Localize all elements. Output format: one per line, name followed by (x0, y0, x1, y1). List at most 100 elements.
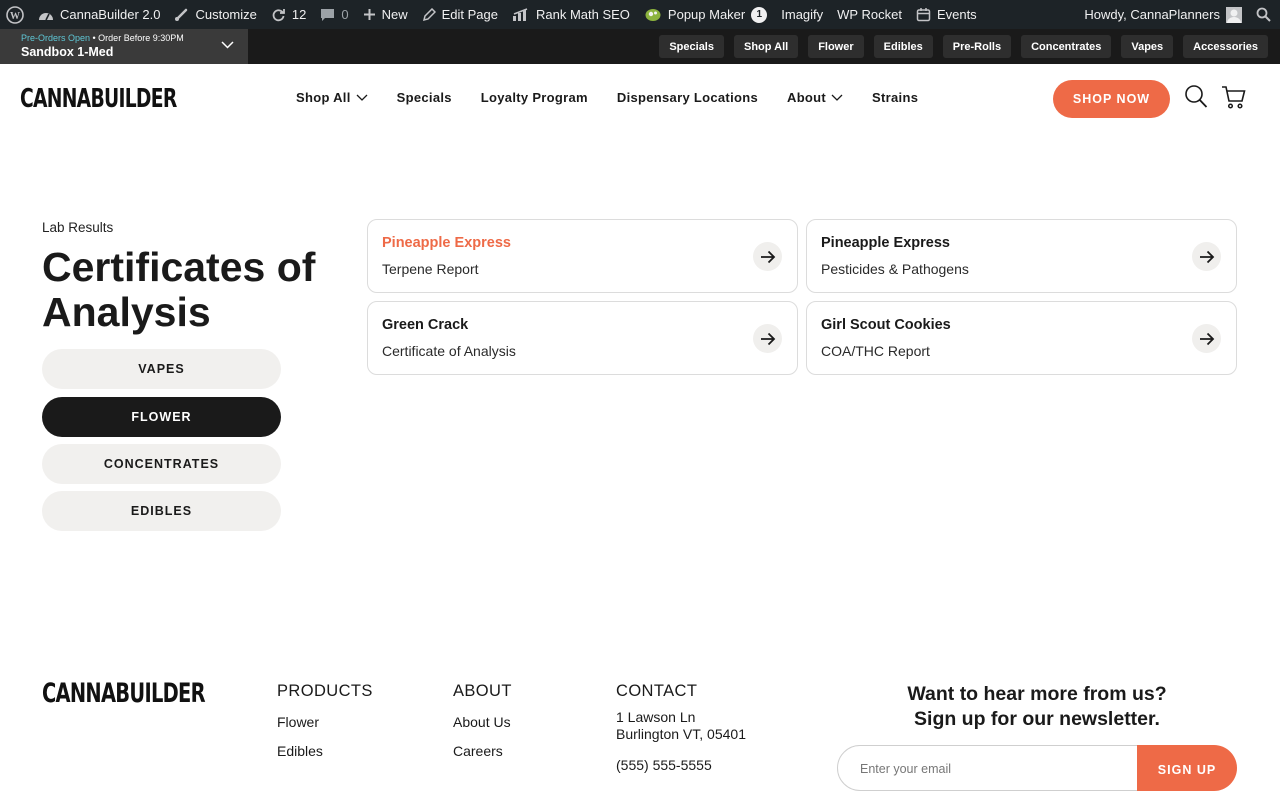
card-subtitle: Terpene Report (382, 261, 479, 277)
arrow-right-icon[interactable] (753, 324, 782, 353)
arrow-right-icon[interactable] (753, 242, 782, 271)
customize-label: Customize (195, 7, 257, 22)
search-icon[interactable] (1184, 84, 1208, 110)
updates-count: 12 (291, 7, 307, 22)
new-content-link[interactable]: New (356, 0, 415, 29)
sign-up-button[interactable]: SIGN UP (1137, 745, 1237, 791)
footer-link-edibles[interactable]: Edibles (277, 743, 323, 759)
chip-concentrates[interactable]: Concentrates (1021, 35, 1112, 58)
store-name: Sandbox 1-Med (21, 45, 114, 59)
card-subtitle: COA/THC Report (821, 343, 930, 359)
avatar (1226, 6, 1242, 23)
chip-pre-rolls[interactable]: Pre-Rolls (942, 35, 1012, 58)
filter-flower[interactable]: FLOWER (42, 397, 281, 437)
customize-link[interactable]: Customize (167, 0, 263, 29)
email-input[interactable]: Enter your email (837, 745, 1157, 791)
footer-logo[interactable]: CANNABUILDER (42, 678, 206, 709)
chevron-down-icon (831, 94, 843, 101)
nav-about[interactable]: About (787, 90, 843, 105)
events-label: Events (936, 7, 977, 22)
site-logo[interactable]: CANNABUILDER (20, 84, 177, 114)
popup-maker-icon (645, 9, 661, 21)
wp-rocket-link[interactable]: WP Rocket (830, 0, 909, 29)
plus-icon (363, 9, 375, 20)
cart-icon[interactable] (1221, 84, 1246, 110)
footer-link-careers[interactable]: Careers (453, 743, 503, 759)
nav-specials[interactable]: Specials (397, 90, 452, 105)
new-label: New (381, 7, 408, 22)
footer-phone[interactable]: (555) 555-5555 (616, 757, 712, 773)
main-nav: Shop All Specials Loyalty Program Dispen… (296, 90, 918, 105)
arrow-right-icon[interactable] (1192, 242, 1221, 271)
nav-dispensary-locations[interactable]: Dispensary Locations (617, 90, 758, 105)
chip-specials[interactable]: Specials (659, 35, 724, 58)
footer-products-heading: PRODUCTS (277, 682, 373, 700)
calendar-icon (916, 8, 931, 22)
order-status-open: Pre-Orders Open (21, 33, 91, 43)
footer-link-about-us[interactable]: About Us (453, 714, 511, 730)
coa-card[interactable]: Pineapple Express Terpene Report (367, 219, 798, 293)
wp-rocket-label: WP Rocket (837, 7, 902, 22)
edit-page-label: Edit Page (441, 7, 498, 22)
filter-vapes[interactable]: VAPES (42, 349, 281, 389)
nav-strains[interactable]: Strains (872, 90, 918, 105)
card-title: Green Crack (382, 317, 469, 333)
popup-maker-badge: 1 (751, 6, 768, 23)
account-menu[interactable]: Howdy, CannaPlanners (1077, 0, 1249, 29)
coa-card[interactable]: Girl Scout Cookies COA/THC Report (806, 301, 1237, 375)
footer-contact-heading: CONTACT (616, 682, 698, 700)
comments-link[interactable]: 0 (313, 0, 355, 29)
page-eyebrow: Lab Results (42, 220, 114, 235)
admin-search-icon[interactable] (1249, 0, 1280, 29)
nav-about-label: About (787, 90, 827, 105)
footer-about-heading: ABOUT (453, 682, 512, 700)
pencil-icon (422, 7, 436, 21)
filter-concentrates[interactable]: CONCENTRATES (42, 444, 281, 484)
dashboard-icon (39, 12, 53, 20)
newsletter-line2: Sign up for our newsletter. (914, 708, 1160, 730)
chip-accessories[interactable]: Accessories (1183, 35, 1268, 58)
greeting: Howdy, CannaPlanners (1084, 7, 1220, 22)
arrow-right-icon[interactable] (1192, 324, 1221, 353)
coa-card[interactable]: Pineapple Express Pesticides & Pathogens (806, 219, 1237, 293)
newsletter-line1: Want to hear more from us? (907, 683, 1167, 705)
refresh-icon (272, 9, 285, 22)
edit-page-link[interactable]: Edit Page (415, 0, 505, 29)
nav-loyalty-program[interactable]: Loyalty Program (481, 90, 588, 105)
shop-now-button[interactable]: SHOP NOW (1053, 80, 1170, 118)
order-status: Pre-Orders Open • Order Before 9:30PM (21, 33, 248, 43)
order-status-detail: • Order Before 9:30PM (90, 33, 184, 43)
popup-maker-label: Popup Maker (667, 7, 746, 22)
wp-admin-bar: W CannaBuilder 2.0 Customize 12 0 New Ed… (0, 0, 1280, 29)
footer-address-line2: Burlington VT, 05401 (616, 726, 746, 742)
popup-maker-link[interactable]: Popup Maker 1 (637, 0, 774, 29)
card-subtitle: Certificate of Analysis (382, 343, 516, 359)
store-bar: Pre-Orders Open • Order Before 9:30PM Sa… (0, 29, 1280, 64)
card-title: Pineapple Express (821, 235, 950, 251)
filter-edibles[interactable]: EDIBLES (42, 491, 281, 531)
chip-vapes[interactable]: Vapes (1121, 35, 1174, 58)
chevron-down-icon (221, 41, 234, 49)
updates-link[interactable]: 12 (264, 0, 313, 29)
coa-card[interactable]: Green Crack Certificate of Analysis (367, 301, 798, 375)
rank-math-link[interactable]: Rank Math SEO (505, 0, 637, 29)
chip-flower[interactable]: Flower (808, 35, 864, 58)
chip-shop-all[interactable]: Shop All (733, 35, 799, 58)
footer-link-flower[interactable]: Flower (277, 714, 319, 730)
svg-text:W: W (10, 11, 20, 22)
events-link[interactable]: Events (909, 0, 984, 29)
wordpress-logo-icon[interactable]: W (0, 0, 31, 29)
chevron-down-icon (356, 94, 368, 101)
rank-math-icon (512, 7, 528, 21)
store-selector[interactable]: Pre-Orders Open • Order Before 9:30PM Sa… (0, 29, 248, 64)
site-name-menu[interactable]: CannaBuilder 2.0 (31, 0, 167, 29)
card-title: Girl Scout Cookies (821, 317, 951, 333)
nav-shop-all-label: Shop All (296, 90, 351, 105)
imagify-link[interactable]: Imagify (774, 0, 830, 29)
brush-icon (175, 8, 188, 21)
newsletter-heading: Want to hear more from us? Sign up for o… (837, 682, 1237, 732)
chip-edibles[interactable]: Edibles (873, 35, 933, 58)
nav-shop-all[interactable]: Shop All (296, 90, 368, 105)
card-subtitle: Pesticides & Pathogens (821, 261, 969, 277)
category-chips: Specials Shop All Flower Edibles Pre-Rol… (659, 35, 1268, 58)
